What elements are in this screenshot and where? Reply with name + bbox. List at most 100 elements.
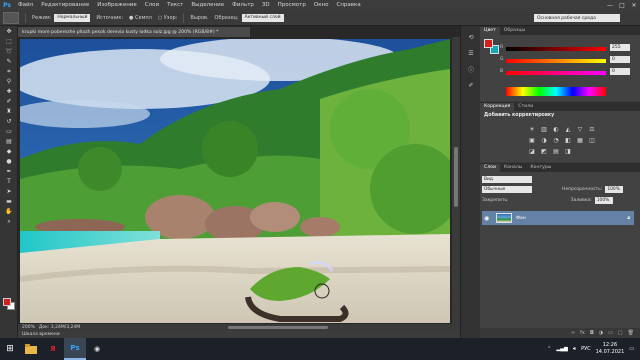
path-select-tool-icon[interactable]: ➤ [3,187,15,196]
source-sample-radio[interactable]: ● Семпл [129,15,152,21]
healing-brush-tool-icon[interactable]: ✚ [3,87,15,96]
blur-tool-icon[interactable]: ◆ [3,147,15,156]
foreground-color-chip[interactable] [484,39,493,48]
fill-field[interactable]: 100% [594,196,613,204]
color-lookup-icon[interactable]: ▦ [575,136,585,145]
black-white-icon[interactable]: ◑ [539,136,549,145]
horizontal-scroll-thumb[interactable] [228,326,328,329]
menu-type[interactable]: Текст [163,2,187,8]
marquee-tool-icon[interactable]: ⬚ [3,37,15,46]
green-value[interactable]: 0 [610,56,630,63]
menu-edit[interactable]: Редактирование [37,2,93,8]
obs-taskbar-icon[interactable]: ◉ [86,338,108,360]
hue-saturation-icon[interactable]: ⚖ [587,125,597,134]
dodge-tool-icon[interactable]: ● [3,157,15,166]
type-tool-icon[interactable]: T [3,177,15,186]
exposure-icon[interactable]: ◭ [563,125,573,134]
maximize-button[interactable]: □ [616,0,628,10]
add-mask-icon[interactable]: ◘ [590,330,594,336]
history-panel-icon[interactable]: ⟲ [465,32,477,42]
tab-adjustments[interactable]: Коррекция [480,103,515,111]
menu-filter[interactable]: Фильтр [228,2,258,8]
hand-tool-icon[interactable]: ✋ [3,207,15,216]
menu-layers[interactable]: Слои [141,2,163,8]
properties-panel-icon[interactable]: ☰ [465,48,477,58]
tab-styles[interactable]: Стили [514,103,537,111]
start-button-icon[interactable]: ⊞ [0,338,20,360]
layer-kind-filter[interactable]: Вид [482,175,532,183]
invert-icon[interactable]: ◫ [587,136,597,145]
photo-filter-icon[interactable]: ◔ [551,136,561,145]
new-group-icon[interactable]: ▭ [608,330,613,336]
tool-preset-picker[interactable] [3,11,19,24]
menu-view[interactable]: Просмотр [274,2,310,8]
menu-window[interactable]: Окно [310,2,333,8]
zoom-level[interactable]: 200% [22,325,35,330]
language-indicator[interactable]: РУС [581,346,591,352]
layer-row-background[interactable]: ◉ Фон 🔒︎ [482,211,634,225]
close-button[interactable]: ✕ [628,0,640,10]
shape-tool-icon[interactable]: ▬ [3,197,15,206]
new-adjustment-icon[interactable]: ◑ [599,330,603,336]
menu-select[interactable]: Выделение [187,2,228,8]
color-spectrum[interactable] [506,87,606,96]
tab-color[interactable]: Цвет [480,27,500,35]
document-tab[interactable]: krupki more poberezhe pliazh pesok derev… [18,27,250,37]
mode-select[interactable]: Нормальный [54,13,91,22]
source-pattern-radio[interactable]: ○ Узор: [158,15,178,21]
notifications-icon[interactable]: ▭ [629,346,634,352]
tab-swatches[interactable]: Образцы [500,27,529,35]
sample-select[interactable]: Активный слой [241,13,284,22]
eyedropper-tool-icon[interactable]: ⚲ [3,77,15,86]
gradient-map-icon[interactable]: ▤ [551,147,561,156]
green-slider[interactable]: G 0 [500,56,630,63]
gradient-tool-icon[interactable]: ▤ [3,137,15,146]
photoshop-taskbar-icon[interactable]: Ps [64,338,86,360]
posterize-icon[interactable]: ◪ [527,147,537,156]
clone-stamp-tool-icon[interactable]: ♜ [3,107,15,116]
timeline-tab[interactable]: Шкала времени [18,331,460,338]
visibility-eye-icon[interactable]: ◉ [484,215,492,222]
brush-panel-icon[interactable]: ✐ [465,80,477,90]
color-balance-icon[interactable]: ▣ [527,136,537,145]
minimize-button[interactable]: — [604,0,616,10]
menu-help[interactable]: Справка [332,2,364,8]
align-checkbox[interactable]: Выров. [190,15,208,21]
info-panel-icon[interactable]: ⓘ [465,64,477,74]
menu-3d[interactable]: 3D [258,2,274,8]
levels-icon[interactable]: ▥ [539,125,549,134]
foreground-color-swatch[interactable] [3,298,11,306]
red-slider[interactable]: R 255 [500,44,630,51]
pen-tool-icon[interactable]: ✒ [3,167,15,176]
delete-layer-icon[interactable]: 🗑︎ [628,330,634,336]
vertical-scrollbar[interactable] [452,37,460,324]
lock-icon[interactable]: 🔒︎ [627,215,630,221]
selective-color-icon[interactable]: ◨ [563,147,573,156]
volume-icon[interactable]: 🔊︎ [573,346,576,352]
move-tool-icon[interactable]: ✥ [3,27,15,36]
blue-slider[interactable]: B 0 [500,68,630,75]
menu-image[interactable]: Изображение [93,2,141,8]
blend-mode-select[interactable]: Обычные [482,185,532,193]
tray-chevron-icon[interactable]: ⌃ [547,346,551,352]
history-brush-tool-icon[interactable]: ↺ [3,117,15,126]
image-canvas[interactable] [20,39,450,323]
workspace-select[interactable]: Основная рабочая среда [534,14,620,22]
red-value[interactable]: 255 [610,44,630,51]
eraser-tool-icon[interactable]: ▭ [3,127,15,136]
tab-channels[interactable]: Каналы [500,164,526,172]
brush-tool-icon[interactable]: ✐ [3,97,15,106]
tab-layers[interactable]: Слои [480,164,500,172]
file-explorer-icon[interactable] [20,338,42,360]
link-layers-icon[interactable]: ∞ [571,330,575,336]
quick-select-tool-icon[interactable]: ✎ [3,57,15,66]
zoom-tool-icon[interactable]: ⌕ [3,217,15,226]
threshold-icon[interactable]: ◩ [539,147,549,156]
lasso-tool-icon[interactable]: ➰ [3,47,15,56]
clock[interactable]: 12:26 14.07.2021 [596,342,625,356]
menu-file[interactable]: Файл [14,2,37,8]
yandex-browser-icon[interactable]: Я [42,338,64,360]
crop-tool-icon[interactable]: ⌗ [3,67,15,76]
channel-mixer-icon[interactable]: ◧ [563,136,573,145]
tab-paths[interactable]: Контуры [526,164,555,172]
